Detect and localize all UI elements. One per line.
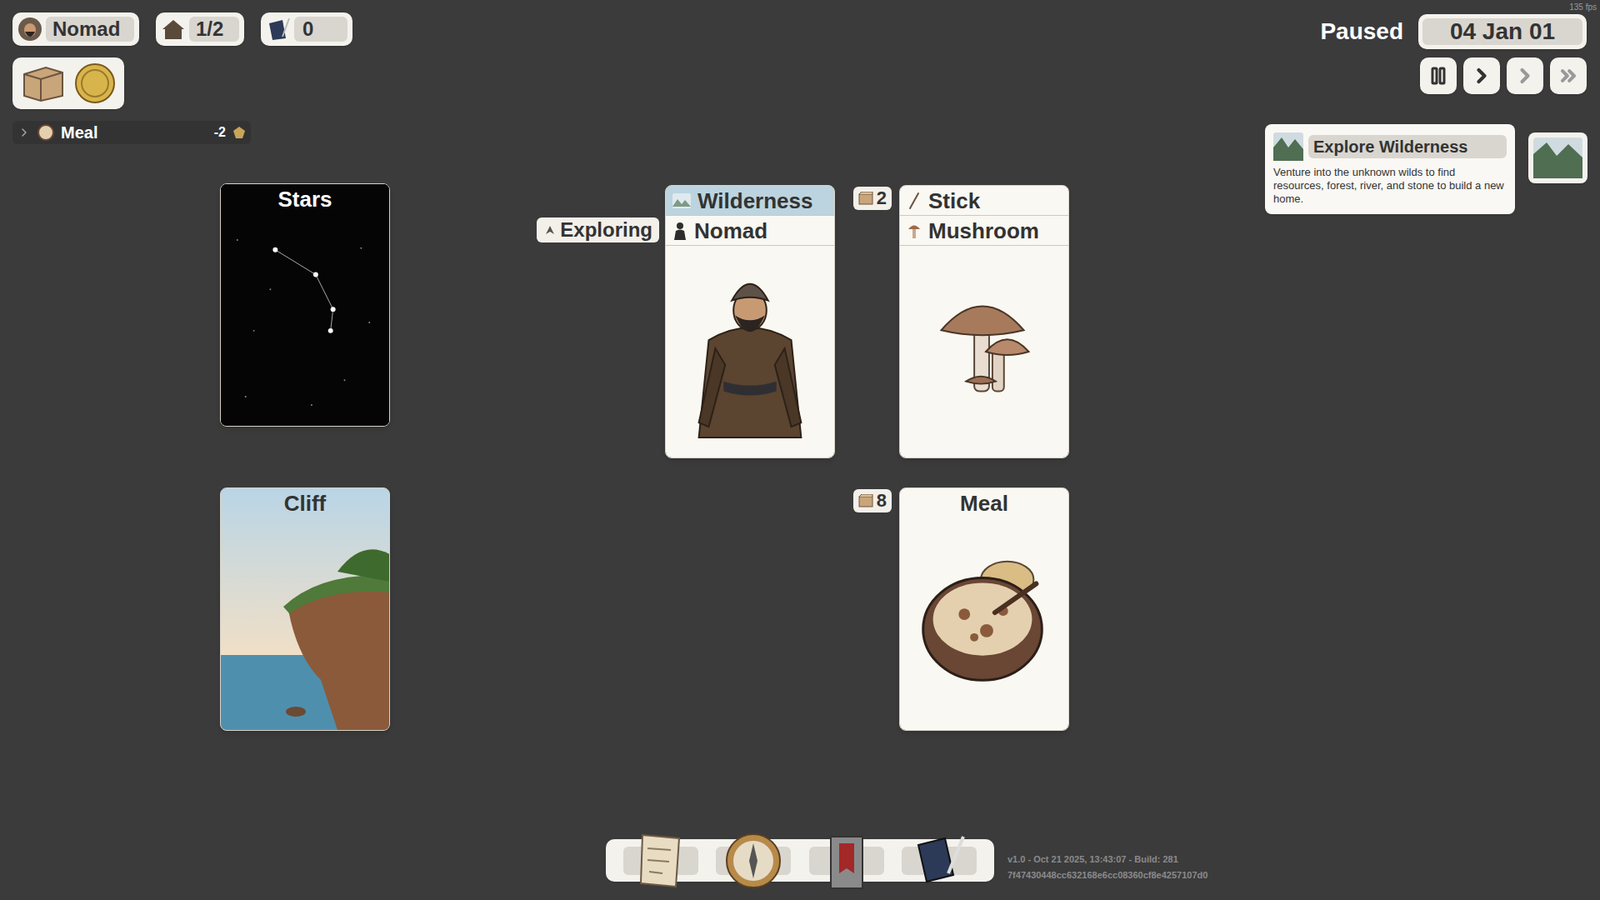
stick-icon [906,191,922,210]
card[interactable]: Stars [220,184,390,426]
house-icon [160,17,186,41]
faster-icon [1556,64,1580,88]
fast-icon [1513,64,1537,88]
hud-right: Paused 04 Jan 01 [1320,14,1587,95]
pause-icon [1428,65,1449,86]
card-art [900,245,1069,458]
resources-pill[interactable] [12,57,125,110]
value-badge: 8 [853,489,892,513]
box-icon [858,494,874,508]
landscape-icon [672,193,691,209]
tooltip-panel: Explore WildernessVenture into the unkno… [1265,124,1515,215]
person-icon [672,221,688,240]
stars-art [220,214,390,426]
nomad-art [665,265,835,439]
toolbar-button[interactable] [715,846,791,875]
toolbar-button[interactable] [809,846,885,875]
card-art [220,214,390,426]
book-icon [911,833,967,889]
speed-button[interactable] [1463,57,1500,95]
meal-icon [37,124,55,141]
value-badge: 2 [853,186,892,210]
speed-button[interactable] [1550,57,1587,95]
box-icon [20,64,66,103]
card-header: Stick [900,185,1069,216]
wilderness-icon [1273,132,1304,161]
card[interactable]: Mushroom [900,215,1069,458]
toolbar [605,839,995,882]
version-info: v1.0 - Oct 21 2025, 13:43:07 - Build: 28… [1007,851,1208,884]
mushroom-icon [906,221,922,240]
card[interactable]: Stick [900,185,1069,216]
game-screen: 135 fps Nomad 1/2 0 Meal-2 Paused 04 Jan 01 Exp… [0,0,1600,900]
coin-icon [74,62,116,105]
card-header: Wilderness [665,185,835,216]
card-art [665,245,835,458]
map-icon [637,831,685,890]
card[interactable]: Meal [900,488,1069,730]
compass-icon [724,831,783,890]
box-icon [858,191,874,205]
card-header: Nomad [665,215,835,246]
ideas-pill[interactable]: 0 [260,12,353,46]
speed-button[interactable] [1506,57,1544,95]
player-pill[interactable]: Nomad [12,12,140,46]
play-icon [1470,64,1494,88]
toolbar-button[interactable] [623,846,699,875]
castle-icon [825,831,868,890]
card-stack[interactable]: 2StickMushroom [899,185,1070,459]
cliff-art [220,488,390,730]
card-art [900,518,1069,730]
tooltip-card-thumb[interactable] [1528,132,1588,184]
date-pill: 04 Jan 01 [1418,14,1587,50]
status-badge: Exploring [536,217,660,243]
meal-art [900,537,1069,711]
hud-left: Nomad 1/2 0 Meal-2 [12,12,353,145]
mushroom-art [900,265,1069,439]
card-header: Cliff [220,488,390,519]
card-stack[interactable]: 8Meal [899,487,1070,731]
card[interactable]: Nomad [665,215,835,458]
card[interactable]: Wilderness [665,185,835,216]
nomad-face-icon [17,16,43,42]
journal-icon [265,16,291,42]
pause-status: Paused [1320,14,1404,50]
tooltip-description: Venture into the unknown wilds to find r… [1273,165,1507,206]
card-header: Stars [220,184,390,215]
wilderness-thumb-icon [1533,137,1583,179]
explore-icon [543,223,557,237]
food-icon [232,125,246,140]
card-stack[interactable]: ExploringWildernessNomad [665,185,835,459]
fps-counter: 135 fps [1569,0,1597,14]
speed-button[interactable] [1420,57,1457,95]
need-row[interactable]: Meal-2 [12,120,251,145]
card-stack[interactable]: Cliff [220,487,390,731]
card-stack[interactable]: Stars [220,183,390,427]
expand-icon [17,125,31,140]
card[interactable]: Cliff [220,488,390,730]
toolbar-button[interactable] [901,846,977,875]
card-header: Meal [900,488,1069,519]
housing-pill[interactable]: 1/2 [155,12,245,46]
card-header: Mushroom [900,215,1069,246]
